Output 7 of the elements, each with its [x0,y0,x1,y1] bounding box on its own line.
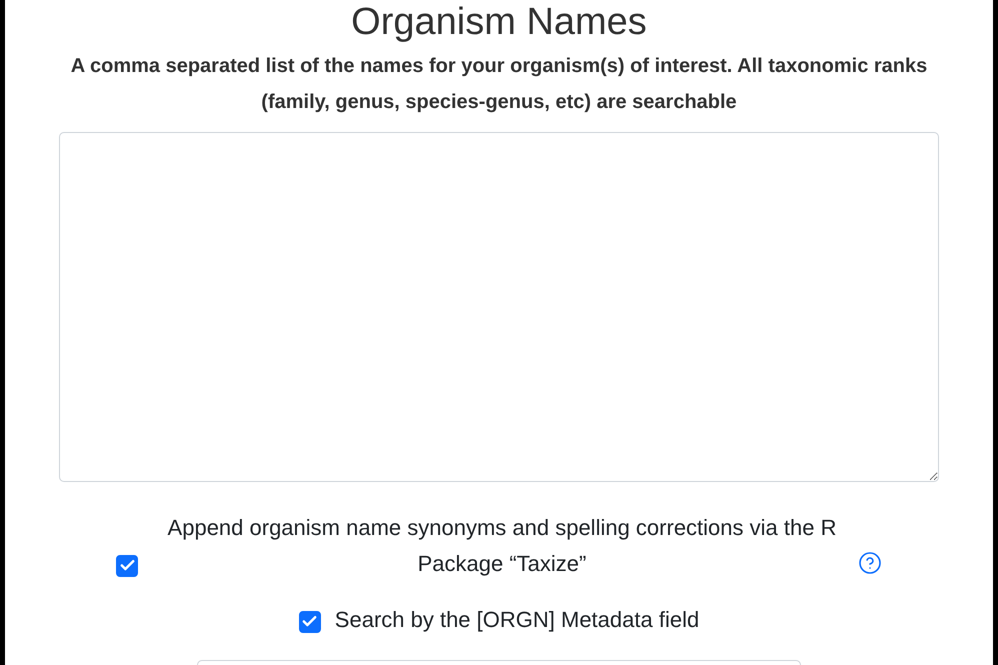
checkbox[interactable] [298,610,321,632]
option-label: Append organism name synonyms and spelling corrections via the R Package “Taxize” [166,514,838,578]
help-icon[interactable] [858,551,882,575]
option-label: Search by the [ORGN] Metadata field [334,606,700,634]
checkbox[interactable] [116,554,138,576]
description-text: A comma separated list of the names for your organism(s) of interest. All taxonomic ranks (family, genus, species-genus, etc) are searchable [70,54,928,115]
section-heading: Organism Names [351,0,647,44]
